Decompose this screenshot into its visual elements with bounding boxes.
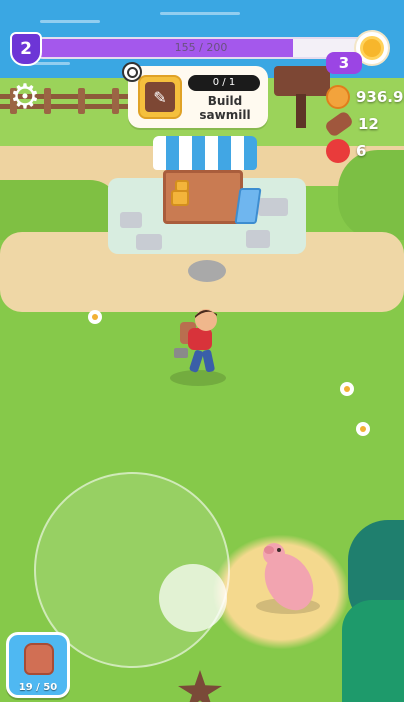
goods-crate bbox=[175, 180, 189, 192]
magnifier-icon[interactable] bbox=[122, 62, 142, 82]
apple-count: 6 bbox=[356, 142, 367, 160]
saw-icon: ✎ bbox=[145, 82, 175, 112]
quest-progress: 0 / 1 bbox=[188, 75, 260, 91]
flower bbox=[340, 382, 354, 396]
flower bbox=[88, 310, 102, 324]
stone bbox=[188, 260, 226, 282]
backpack-button[interactable]: 19 / 50 bbox=[6, 632, 70, 698]
joystick-knob[interactable] bbox=[159, 564, 227, 632]
grass-patch-left bbox=[0, 180, 120, 240]
player-character bbox=[174, 309, 217, 373]
signpost-pole bbox=[296, 94, 306, 128]
xp-progress-text: 155 / 200 bbox=[174, 41, 228, 54]
apple-counter: 6 bbox=[326, 138, 366, 164]
quest-title: Build sawmill bbox=[199, 94, 251, 122]
resource-badge: 3 bbox=[326, 52, 362, 74]
backpack-icon bbox=[24, 643, 54, 675]
signpost[interactable] bbox=[274, 66, 330, 128]
wood-counter: 12 bbox=[323, 109, 379, 139]
quest-icon: ✎ bbox=[138, 75, 182, 119]
gear-icon[interactable]: ⚙ bbox=[8, 80, 42, 114]
pig[interactable] bbox=[254, 540, 324, 620]
stall-sign bbox=[234, 188, 262, 224]
signpost-board bbox=[274, 66, 330, 96]
coin-counter: 936.9M bbox=[326, 84, 404, 110]
coin-icon bbox=[326, 85, 350, 109]
wood-count: 12 bbox=[358, 115, 379, 133]
quest-card[interactable]: ✎ 0 / 1 Build sawmill bbox=[128, 66, 268, 128]
goods-crate bbox=[171, 190, 189, 206]
tall-grass bbox=[342, 600, 404, 702]
coin-count: 936.9M bbox=[356, 88, 404, 106]
backpack-count: 19 / 50 bbox=[18, 682, 58, 693]
market-stall[interactable] bbox=[145, 126, 262, 236]
apple-icon bbox=[326, 139, 350, 163]
flower bbox=[356, 422, 370, 436]
xp-progress-bar: 155 / 200 bbox=[32, 37, 370, 59]
stump bbox=[178, 670, 222, 702]
stall-awning bbox=[153, 136, 257, 170]
level-badge: 2 bbox=[10, 32, 42, 66]
log-icon bbox=[323, 109, 355, 139]
